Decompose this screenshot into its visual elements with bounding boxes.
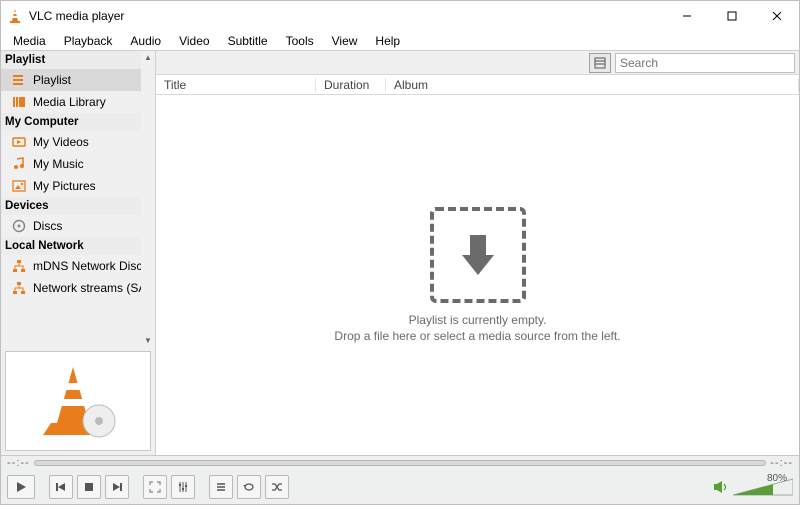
sidebar-item-label: Media Library (33, 95, 106, 109)
maximize-button[interactable] (709, 1, 754, 31)
sidebar: Playlist Playlist Media Library My Compu… (1, 51, 156, 455)
sidebar-item-my-music[interactable]: My Music (1, 153, 141, 175)
section-local-network: Local Network (1, 237, 141, 255)
sidebar-tree: Playlist Playlist Media Library My Compu… (1, 51, 155, 347)
disc-icon (11, 218, 27, 234)
sidebar-item-sap[interactable]: Network streams (SAP) (1, 277, 141, 299)
album-art-preview (5, 351, 151, 451)
menu-tools[interactable]: Tools (278, 32, 322, 50)
section-playlist: Playlist (1, 51, 141, 69)
search-input[interactable] (615, 53, 795, 73)
playlist-dropzone[interactable]: Playlist is currently empty. Drop a file… (156, 95, 799, 455)
playlist-toggle-button[interactable] (209, 475, 233, 499)
menu-video[interactable]: Video (171, 32, 217, 50)
volume-control: 80% (713, 477, 793, 497)
previous-button[interactable] (49, 475, 73, 499)
vlc-cone-large-icon (33, 361, 123, 441)
sidebar-item-my-pictures[interactable]: My Pictures (1, 175, 141, 197)
column-title[interactable]: Title (156, 78, 316, 92)
list-icon (11, 72, 27, 88)
scroll-down-icon[interactable]: ▼ (144, 336, 152, 345)
column-headers: Title Duration Album (156, 75, 799, 95)
scroll-up-icon[interactable]: ▲ (144, 53, 152, 62)
menu-help[interactable]: Help (367, 32, 408, 50)
column-album[interactable]: Album (386, 78, 799, 92)
menu-media[interactable]: Media (5, 32, 54, 50)
empty-text-1: Playlist is currently empty. (409, 313, 547, 327)
app-window: VLC media player Media Playback Audio Vi… (0, 0, 800, 505)
arrow-down-icon (452, 229, 504, 281)
main-panel: Title Duration Album Playlist is current… (156, 51, 799, 455)
sidebar-item-label: Network streams (SAP) (33, 281, 141, 295)
volume-percent: 80% (767, 473, 787, 484)
sidebar-item-label: Discs (33, 219, 62, 233)
volume-slider[interactable]: 80% (733, 477, 793, 497)
view-mode-button[interactable] (589, 53, 611, 73)
seek-slider[interactable] (34, 460, 767, 466)
sidebar-item-mdns[interactable]: mDNS Network Disco... (1, 255, 141, 277)
stop-button[interactable] (77, 475, 101, 499)
menu-subtitle[interactable]: Subtitle (220, 32, 276, 50)
menu-audio[interactable]: Audio (122, 32, 169, 50)
play-button[interactable] (7, 475, 35, 499)
window-title: VLC media player (29, 9, 664, 23)
dropzone-box (430, 207, 526, 303)
menu-playback[interactable]: Playback (56, 32, 121, 50)
sidebar-scrollbar[interactable]: ▲ ▼ (141, 51, 155, 347)
vlc-cone-icon (7, 8, 23, 24)
loop-button[interactable] (237, 475, 261, 499)
bottom-bar: --:-- --:-- 80% (1, 455, 799, 504)
seekbar: --:-- --:-- (1, 456, 799, 470)
time-total: --:-- (770, 457, 793, 469)
menubar: Media Playback Audio Video Subtitle Tool… (1, 31, 799, 51)
controls-bar: 80% (1, 470, 799, 504)
section-devices: Devices (1, 197, 141, 215)
minimize-button[interactable] (664, 1, 709, 31)
sidebar-item-label: My Pictures (33, 179, 96, 193)
pictures-icon (11, 178, 27, 194)
extended-settings-button[interactable] (171, 475, 195, 499)
sidebar-item-label: My Videos (33, 135, 89, 149)
column-duration[interactable]: Duration (316, 78, 386, 92)
sidebar-item-label: My Music (33, 157, 84, 171)
time-current: --:-- (7, 457, 30, 469)
close-button[interactable] (754, 1, 799, 31)
fullscreen-button[interactable] (143, 475, 167, 499)
empty-text-2: Drop a file here or select a media sourc… (334, 329, 620, 343)
music-icon (11, 156, 27, 172)
sidebar-item-discs[interactable]: Discs (1, 215, 141, 237)
speaker-icon[interactable] (713, 480, 729, 494)
video-icon (11, 134, 27, 150)
sidebar-item-media-library[interactable]: Media Library (1, 91, 141, 113)
content-area: Playlist Playlist Media Library My Compu… (1, 51, 799, 455)
playlist-toolbar (156, 51, 799, 75)
sidebar-item-label: mDNS Network Disco... (33, 259, 141, 273)
section-my-computer: My Computer (1, 113, 141, 131)
titlebar: VLC media player (1, 1, 799, 31)
menu-view[interactable]: View (324, 32, 366, 50)
library-icon (11, 94, 27, 110)
window-buttons (664, 1, 799, 31)
shuffle-button[interactable] (265, 475, 289, 499)
sidebar-item-label: Playlist (33, 73, 71, 87)
network-icon (11, 280, 27, 296)
sidebar-item-playlist[interactable]: Playlist (1, 69, 141, 91)
network-icon (11, 258, 27, 274)
sidebar-item-my-videos[interactable]: My Videos (1, 131, 141, 153)
next-button[interactable] (105, 475, 129, 499)
